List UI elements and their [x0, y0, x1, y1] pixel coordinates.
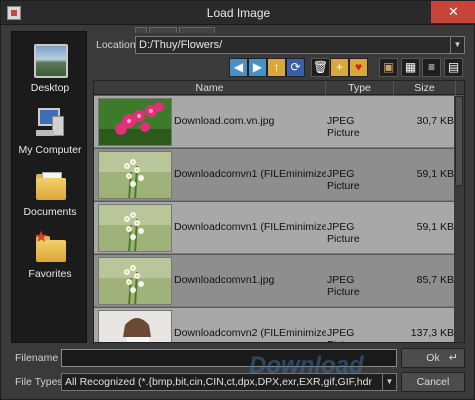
file-type: JPEG Picture [327, 221, 360, 245]
file-name: Downloadcomvn2 (FILEminimizer)... [174, 327, 326, 339]
file-size: 59,1 KB [416, 168, 454, 180]
location-dropdown-button[interactable]: ▼ [450, 37, 464, 53]
close-button[interactable]: ✕ [431, 1, 475, 23]
file-type: JPEG Picture [327, 327, 360, 342]
file-row[interactable]: Downloadcomvn1.jpg JPEG Picture 85,7 KB [94, 255, 456, 307]
add-favorite-button[interactable]: ♥ [349, 58, 368, 77]
place-my-computer[interactable]: My Computer [12, 102, 88, 160]
file-types-value: All Recognized (*.{bmp,bit,cin,CIN,ct,dp… [65, 376, 372, 388]
forward-button[interactable]: ▶ [248, 58, 267, 77]
location-history-tabs [135, 27, 245, 33]
filename-label: Filename [15, 352, 59, 364]
file-size: 85,7 KB [416, 274, 454, 286]
file-row[interactable]: Download.com.vn.jpg JPEG Picture 30,7 KB [94, 96, 456, 148]
location-label: Location [96, 39, 136, 51]
view-thumbnails-button[interactable]: ▦ [401, 58, 420, 77]
enter-icon: ↵ [448, 352, 458, 364]
column-header-size[interactable]: Size [394, 81, 456, 95]
ok-label: Ok [426, 352, 440, 364]
place-label: Desktop [30, 82, 70, 94]
ok-button[interactable]: Ok ↵ [401, 348, 465, 368]
file-type: JPEG Picture [327, 168, 360, 192]
cancel-button[interactable]: Cancel [401, 372, 465, 392]
preview-button[interactable]: ▣ [379, 58, 398, 77]
location-field[interactable]: D:/Thuy/Flowers/ ▼ [135, 36, 465, 54]
column-header-type[interactable]: Type [326, 81, 394, 95]
scrollbar-thumb[interactable] [455, 96, 463, 186]
load-image-dialog: Load Image ✕ Desktop My Computer Documen… [0, 0, 475, 400]
file-list-header: Name Type Size [94, 81, 464, 95]
file-type: JPEG Picture [327, 274, 360, 298]
file-row[interactable]: Downloadcomvn1 (FILEminimizer)... JPEG P… [94, 202, 456, 254]
file-row[interactable]: Downloadcomvn1 (FILEminimizer)... JPEG P… [94, 149, 456, 201]
thumbnail-image [98, 204, 172, 252]
file-size: 30,7 KB [416, 115, 454, 127]
thumbnail-image [98, 98, 172, 146]
window-title: Load Image [206, 6, 271, 20]
view-details-button[interactable]: ▤ [444, 58, 463, 77]
file-name: Download.com.vn.jpg [174, 115, 275, 127]
favorites-folder-icon: ★ [34, 230, 68, 264]
file-types-select[interactable]: All Recognized (*.{bmp,bit,cin,CIN,ct,dp… [61, 373, 397, 391]
file-types-dropdown-button[interactable]: ▼ [382, 374, 396, 390]
place-documents[interactable]: Documents [12, 164, 88, 222]
thumbnail-image [98, 151, 172, 199]
refresh-button[interactable]: ⟳ [286, 58, 305, 77]
file-size: 137,3 KB [410, 327, 454, 339]
view-list-button[interactable]: ≡ [422, 58, 441, 77]
place-label: Favorites [28, 268, 72, 280]
file-list-scrollbar[interactable] [454, 96, 464, 342]
places-panel: Desktop My Computer Documents ★ Favorite… [11, 31, 87, 343]
file-name: Downloadcomvn1.jpg [174, 274, 275, 286]
file-name: Downloadcomvn1 (FILEminimizer)... [174, 221, 326, 233]
file-size: 59,1 KB [416, 221, 454, 233]
place-favorites[interactable]: ★ Favorites [12, 226, 88, 284]
title-bar[interactable]: Load Image ✕ [1, 1, 475, 25]
back-button[interactable]: ◀ [229, 58, 248, 77]
location-value: D:/Thuy/Flowers/ [139, 39, 223, 51]
file-types-label: File Types [15, 376, 63, 388]
file-name: Downloadcomvn1 (FILEminimizer)... [174, 168, 326, 180]
file-list[interactable]: Name Type Size Download.com.vn.jpg JPEG … [93, 80, 465, 343]
delete-button[interactable]: 🗑 [311, 58, 330, 77]
place-label: Documents [23, 206, 77, 218]
place-label: My Computer [18, 144, 82, 156]
documents-folder-icon [34, 168, 68, 202]
file-type: JPEG Picture [327, 115, 360, 139]
column-header-name[interactable]: Name [94, 81, 326, 95]
thumbnail-image [98, 257, 172, 305]
place-desktop[interactable]: Desktop [12, 40, 88, 98]
thumbnail-image [98, 310, 172, 342]
new-folder-button[interactable]: + [330, 58, 349, 77]
file-row[interactable]: Downloadcomvn2 (FILEminimizer)... JPEG P… [94, 308, 456, 342]
desktop-icon [34, 44, 68, 78]
up-folder-button[interactable]: ↑ [267, 58, 286, 77]
computer-icon [34, 106, 68, 140]
